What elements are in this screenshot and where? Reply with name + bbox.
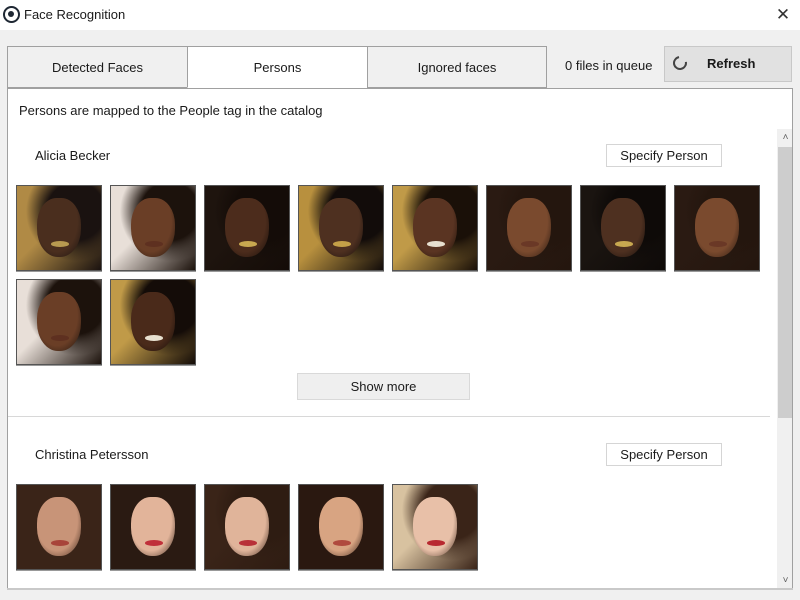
face-thumbnail[interactable]: [392, 185, 478, 271]
face-thumbnail[interactable]: [110, 279, 196, 365]
tab-persons[interactable]: Persons: [187, 46, 367, 88]
face-thumbnail[interactable]: [298, 185, 384, 271]
face-thumbnail[interactable]: [204, 484, 290, 570]
refresh-label: Refresh: [707, 56, 756, 71]
face-image: [37, 291, 81, 351]
section-divider: [8, 416, 770, 417]
face-image: [507, 197, 551, 257]
specify-person-button[interactable]: Specify Person: [606, 144, 722, 167]
person-name: Christina Petersson: [35, 447, 149, 462]
face-image: [131, 496, 175, 556]
face-image: [131, 291, 175, 351]
tab-bar: Detected Faces Persons Ignored faces: [7, 46, 547, 88]
chevron-down-icon: ˅: [782, 575, 789, 586]
face-thumbnail[interactable]: [298, 484, 384, 570]
face-image: [601, 197, 645, 257]
face-image: [319, 496, 363, 556]
face-thumbnail[interactable]: [110, 484, 196, 570]
face-image: [413, 197, 457, 257]
specify-person-button[interactable]: Specify Person: [606, 443, 722, 466]
show-more-button[interactable]: Show more: [297, 373, 470, 400]
scroll-down-button[interactable]: ˅: [777, 572, 792, 588]
refresh-icon: [670, 53, 690, 73]
person-name: Alicia Becker: [35, 148, 111, 163]
face-thumbnail[interactable]: [204, 185, 290, 271]
window-title: Face Recognition: [24, 7, 126, 22]
face-thumbnail[interactable]: [16, 484, 102, 570]
queue-status: 0 files in queue: [565, 58, 653, 73]
panel-border: [7, 588, 793, 590]
info-text: Persons are mapped to the People tag in …: [19, 103, 323, 118]
face-thumbnail[interactable]: [392, 484, 478, 570]
scroll-up-button[interactable]: ˄: [777, 129, 792, 146]
tab-detected-faces[interactable]: Detected Faces: [7, 46, 187, 88]
face-thumbnail[interactable]: [580, 185, 666, 271]
face-thumbnail[interactable]: [486, 185, 572, 271]
face-thumbnails: [16, 185, 760, 365]
tab-ignored-faces[interactable]: Ignored faces: [367, 46, 547, 88]
face-image: [319, 197, 363, 257]
face-thumbnail[interactable]: [16, 185, 102, 271]
face-image: [413, 496, 457, 556]
app-logo-icon: [3, 6, 20, 23]
face-thumbnail[interactable]: [674, 185, 760, 271]
face-image: [225, 496, 269, 556]
vertical-scrollbar[interactable]: ˄ ˅: [777, 129, 792, 588]
title-bar: Face Recognition ✕: [0, 0, 800, 30]
chevron-up-icon: ˄: [782, 132, 789, 143]
persons-panel: Persons are mapped to the People tag in …: [7, 88, 793, 589]
face-image: [695, 197, 739, 257]
face-image: [37, 496, 81, 556]
close-icon: ✕: [775, 5, 791, 24]
scrollbar-thumb[interactable]: [778, 147, 792, 418]
face-image: [37, 197, 81, 257]
refresh-button[interactable]: Refresh: [664, 46, 792, 82]
face-thumbnail[interactable]: [16, 279, 102, 365]
face-image: [225, 197, 269, 257]
face-image: [131, 197, 175, 257]
close-button[interactable]: ✕: [766, 0, 800, 30]
face-thumbnail[interactable]: [110, 185, 196, 271]
face-thumbnails: [16, 484, 760, 570]
